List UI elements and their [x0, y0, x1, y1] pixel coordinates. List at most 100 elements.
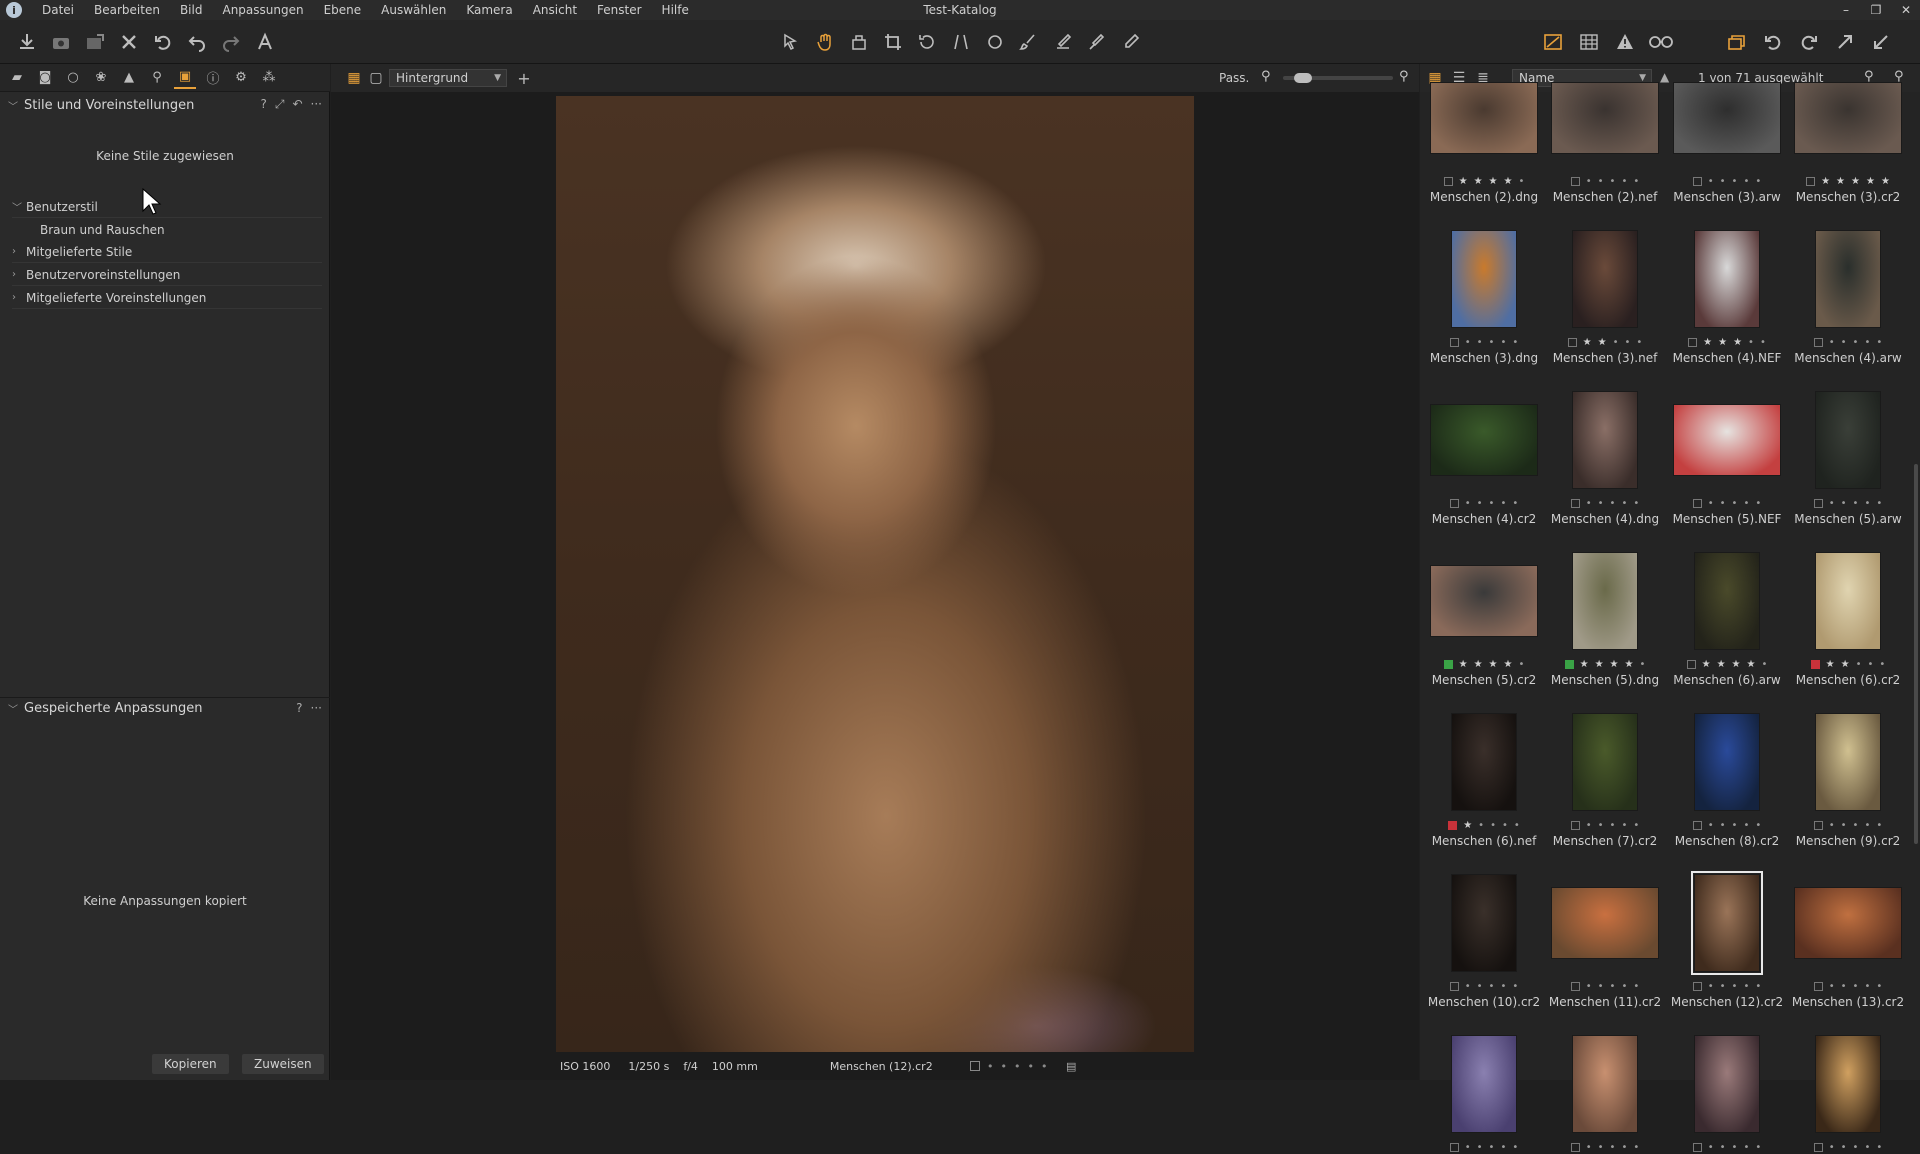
thumbnail[interactable]: • • • • • Menschen (5).NEF	[1666, 320, 1788, 526]
menu-item-6[interactable]: Kamera	[456, 3, 522, 17]
details-tab-icon[interactable]: ⚲	[146, 67, 168, 89]
batch-tab-icon[interactable]: ⁂	[258, 67, 280, 89]
thumbnail[interactable]: • • • • • Menschen (2).nef	[1544, 0, 1666, 204]
thumbnail[interactable]: • • • • • Menschen (11).cr2	[1544, 803, 1666, 1009]
star-icon[interactable]: •	[1512, 1142, 1518, 1153]
star-icon[interactable]: •	[1864, 1142, 1870, 1153]
adjustments-tab-icon[interactable]: ▣	[174, 67, 196, 89]
chevron-right-icon[interactable]: ›	[12, 246, 26, 257]
thumbnail-image[interactable]	[1815, 713, 1881, 811]
menu-item-9[interactable]: Hilfe	[652, 3, 699, 17]
star-icon[interactable]: •	[1841, 1142, 1847, 1153]
thumbnail[interactable]: ★ ★ ★ • • Menschen (4).NEF	[1666, 159, 1788, 365]
thumbnail-image[interactable]	[1451, 1035, 1517, 1133]
crop-icon[interactable]	[880, 29, 906, 55]
star-icon[interactable]: •	[987, 1060, 994, 1073]
thumbnail-image[interactable]	[1451, 230, 1517, 328]
viewer-rating[interactable]: • • • • •	[970, 1060, 1048, 1073]
menu-item-1[interactable]: Bearbeiten	[84, 3, 170, 17]
thumbnail-image[interactable]	[1572, 1035, 1638, 1133]
app-icon[interactable]: i	[6, 2, 22, 18]
copy-button[interactable]: Kopieren	[152, 1054, 229, 1074]
assign-button[interactable]: Zuweisen	[242, 1054, 324, 1074]
more-icon[interactable]: ···	[311, 701, 322, 715]
thumbnail-image[interactable]	[1572, 713, 1638, 811]
single-view-icon[interactable]: ▢	[363, 65, 389, 91]
thumbnail-image[interactable]	[1673, 404, 1781, 476]
flag-checkbox[interactable]	[970, 1061, 980, 1071]
rating-row[interactable]: • • • • •	[1544, 1140, 1666, 1154]
menu-item-5[interactable]: Auswählen	[371, 3, 456, 17]
chevron-down-icon[interactable]: ﹀	[12, 199, 26, 214]
thumbnail[interactable]: • • • • • Menschen (13).cr2	[1787, 803, 1909, 1009]
thumbnail[interactable]: • • • • •	[1423, 964, 1545, 1153]
thumbnail[interactable]: ★ ★ ★ ★ • Menschen (6).arw	[1666, 481, 1788, 687]
export-icon[interactable]	[82, 29, 108, 55]
thumbnail[interactable]: • • • • • Menschen (9).cr2	[1787, 642, 1909, 848]
menu-item-3[interactable]: Anpassungen	[212, 3, 313, 17]
star-icon[interactable]: •	[1586, 1142, 1592, 1153]
star-icon[interactable]: •	[1477, 1142, 1483, 1153]
thumbnail-image[interactable]	[1572, 230, 1638, 328]
color-tab-icon[interactable]: ❀	[90, 67, 112, 89]
import-icon[interactable]	[14, 29, 40, 55]
thumbnail[interactable]: ★ ★ ★ ★ • Menschen (5).dng	[1544, 481, 1666, 687]
star-icon[interactable]: •	[1610, 1142, 1616, 1153]
star-icon[interactable]: •	[1028, 1060, 1035, 1073]
browser-scrollbar[interactable]	[1914, 464, 1918, 844]
star-icon[interactable]: •	[1732, 1142, 1738, 1153]
metadata-tab-icon[interactable]: ⓘ	[202, 67, 224, 89]
thumbnail-image[interactable]	[1572, 391, 1638, 489]
star-icon[interactable]: •	[1489, 1142, 1495, 1153]
menu-item-8[interactable]: Fenster	[587, 3, 652, 17]
thumbnail-image[interactable]	[1673, 82, 1781, 154]
rating-row[interactable]: • • • • •	[1666, 1140, 1788, 1154]
brush-icon[interactable]	[1016, 29, 1042, 55]
saved-adjustments-header[interactable]: ﹀ Gespeicherte Anpassungen ? ···	[0, 697, 330, 719]
main-photo[interactable]	[556, 96, 1194, 1052]
thumbnail-image[interactable]	[1815, 1035, 1881, 1133]
thumbnail[interactable]: ★ ★ • • • Menschen (3).nef	[1544, 159, 1666, 365]
layer-select[interactable]: Hintergrund ▼	[389, 69, 507, 87]
thumbnail-image[interactable]	[1430, 565, 1538, 637]
thumbnail[interactable]: • • • • • Menschen (10).cr2	[1423, 803, 1545, 1009]
thumbnail[interactable]: • • • • • Menschen (12).cr2	[1666, 803, 1788, 1009]
thumbnail[interactable]: • • • • • Menschen (7).cr2	[1544, 642, 1666, 848]
thumbnail[interactable]: ★ • • • • Menschen (6).nef	[1423, 642, 1545, 848]
thumbnail-image[interactable]	[1551, 887, 1659, 959]
thumbnail[interactable]: • • • • • Menschen (5).arw	[1787, 320, 1909, 526]
thumbnail-image[interactable]	[1694, 1035, 1760, 1133]
delete-icon[interactable]	[116, 29, 142, 55]
thumbnail[interactable]: • • • • • Menschen (4).dng	[1544, 320, 1666, 526]
color-flag[interactable]	[1813, 1142, 1823, 1152]
library-tab-icon[interactable]: ▰	[6, 67, 28, 89]
thumbnail[interactable]: • • • • • Menschen (4).arw	[1787, 159, 1909, 365]
keystone-icon[interactable]	[948, 29, 974, 55]
star-icon[interactable]: •	[1720, 1142, 1726, 1153]
thumbnail[interactable]: • • • • • Menschen (3).dng	[1423, 159, 1545, 365]
color-flag[interactable]	[1570, 1142, 1580, 1152]
star-icon[interactable]: •	[1598, 1142, 1604, 1153]
zoom-slider-handle[interactable]	[1294, 73, 1312, 83]
add-layer-icon[interactable]: +	[511, 65, 537, 91]
thumbnail[interactable]: • • • • •	[1666, 964, 1788, 1153]
select-cursor-icon[interactable]	[778, 29, 804, 55]
thumbnail[interactable]: • • • • • Menschen (4).cr2	[1423, 320, 1545, 526]
thumbnail[interactable]: ★ ★ ★ ★ • Menschen (2).dng	[1423, 0, 1545, 204]
thumbnail[interactable]: • • • • •	[1787, 964, 1909, 1153]
thumbnail[interactable]: • • • • •	[1544, 964, 1666, 1153]
style-tree-child[interactable]: Braun und Rauschen	[40, 223, 165, 237]
menu-item-2[interactable]: Bild	[170, 3, 213, 17]
output-tab-icon[interactable]: ⚙	[230, 67, 252, 89]
star-icon[interactable]: •	[1001, 1060, 1008, 1073]
thumbnail-image[interactable]	[1694, 713, 1760, 811]
zoom-out-icon[interactable]: ⚲	[1261, 69, 1271, 84]
menu-item-4[interactable]: Ebene	[314, 3, 372, 17]
collapse-chevron-icon[interactable]: ﹀	[8, 98, 24, 113]
redo-icon[interactable]	[218, 29, 244, 55]
style-tree-row[interactable]: › Mitgelieferte Stile	[12, 241, 322, 263]
star-icon[interactable]: •	[1876, 1142, 1882, 1153]
variant-icon[interactable]: ▤	[1066, 1060, 1076, 1073]
gradient-mask-icon[interactable]	[1084, 29, 1110, 55]
thumbnail-image[interactable]	[1794, 887, 1902, 959]
